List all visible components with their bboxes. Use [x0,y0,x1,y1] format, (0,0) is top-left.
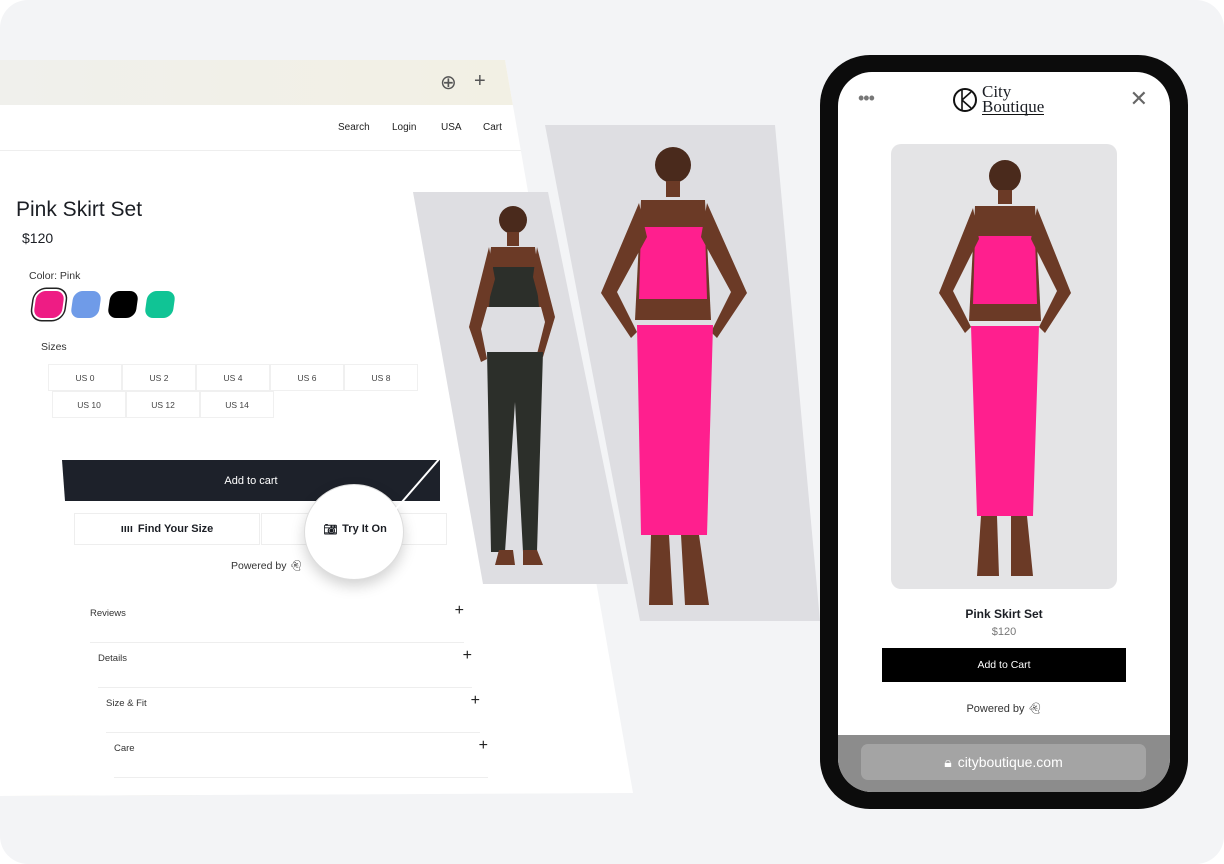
swatch-green[interactable] [144,291,176,318]
browser-toolbar: ⊕ + [0,60,633,105]
size-option[interactable]: US 6 [270,364,344,391]
swatch-blue[interactable] [70,291,102,318]
plus-icon: + [470,692,480,709]
brand-name-line2: Boutique [982,97,1045,116]
brand-logo-mark-icon [953,87,977,112]
plus-icon[interactable]: + [474,70,486,93]
accordion-care[interactable]: Care + [114,733,488,778]
color-label: Color: Pink [29,270,81,282]
size-option[interactable]: US 4 [196,364,270,391]
accordion-label: Size & Fit [106,698,147,709]
accordion-details[interactable]: Details + [98,643,472,688]
phone-url-bar: 🔒︎ cityboutique.com [838,735,1170,792]
powered-by: Powered by 👻︎ [231,559,303,572]
find-your-size-button[interactable]: ıııı Find Your Size [74,513,260,545]
ruler-icon: ıııı [120,523,133,535]
size-option[interactable]: US 2 [122,364,196,391]
try-on-label: Try It On [342,523,387,535]
nav-search[interactable]: Search [338,122,370,133]
size-option[interactable]: US 14 [200,391,274,418]
close-icon[interactable]: ✕ [1130,86,1148,112]
accordion-label: Details [98,653,128,664]
download-icon[interactable]: ⊕ [440,70,457,95]
url-field[interactable]: 🔒︎ cityboutique.com [861,744,1146,780]
find-size-label: Find Your Size [137,523,214,535]
more-options-icon[interactable]: ••• [858,88,875,109]
sizes-label: Sizes [41,341,67,353]
phone-mockup: ••• City Boutique ✕ Pink Skirt Set $120 … [820,55,1188,809]
brand-logo: City Boutique [952,83,1045,116]
camera-icon: 📷︎ [323,523,338,536]
phone-screen: ••• City Boutique ✕ Pink Skirt Set $120 … [838,72,1170,792]
size-option[interactable]: US 12 [126,391,200,418]
phone-powered-by: Powered by 👻︎ [838,702,1170,715]
phone-product-title: Pink Skirt Set [965,607,1043,621]
model-pink-outfit-image [939,160,1071,576]
snapchat-ghost-icon: 👻︎ [1027,703,1042,715]
size-option[interactable]: US 0 [48,364,122,391]
powered-by-label: Powered by [966,703,1025,715]
plus-icon: + [478,737,488,754]
divider [0,150,530,151]
phone-product-price: $120 [991,626,1017,638]
accordion-size-fit[interactable]: Size & Fit + [106,688,480,733]
size-option[interactable]: US 10 [52,391,126,418]
accordion-label: Care [114,743,135,754]
product-price: $120 [22,230,54,246]
nav-region[interactable]: USA [441,122,462,133]
stage: ⊕ + Search Login USA Cart Pink Skirt Set… [0,0,1224,864]
phone-add-to-cart-button[interactable]: Add to Cart [882,648,1126,682]
nav-cart[interactable]: Cart [483,122,502,133]
product-image [891,144,1117,589]
accordion-reviews[interactable]: Reviews + [90,598,464,643]
accordion-label: Reviews [90,608,126,619]
swatch-pink[interactable] [33,291,65,318]
powered-by-label: Powered by [231,560,287,572]
product-title: Pink Skirt Set [16,198,143,221]
plus-icon: + [462,647,472,664]
size-option[interactable]: US 8 [344,364,418,391]
url-text: cityboutique.com [957,754,1063,770]
swatch-black[interactable] [107,291,139,318]
snapchat-ghost-icon: 👻︎ [289,560,303,572]
plus-icon: + [454,602,464,619]
nav-login[interactable]: Login [392,122,416,133]
lock-icon: 🔒︎ [944,753,952,770]
